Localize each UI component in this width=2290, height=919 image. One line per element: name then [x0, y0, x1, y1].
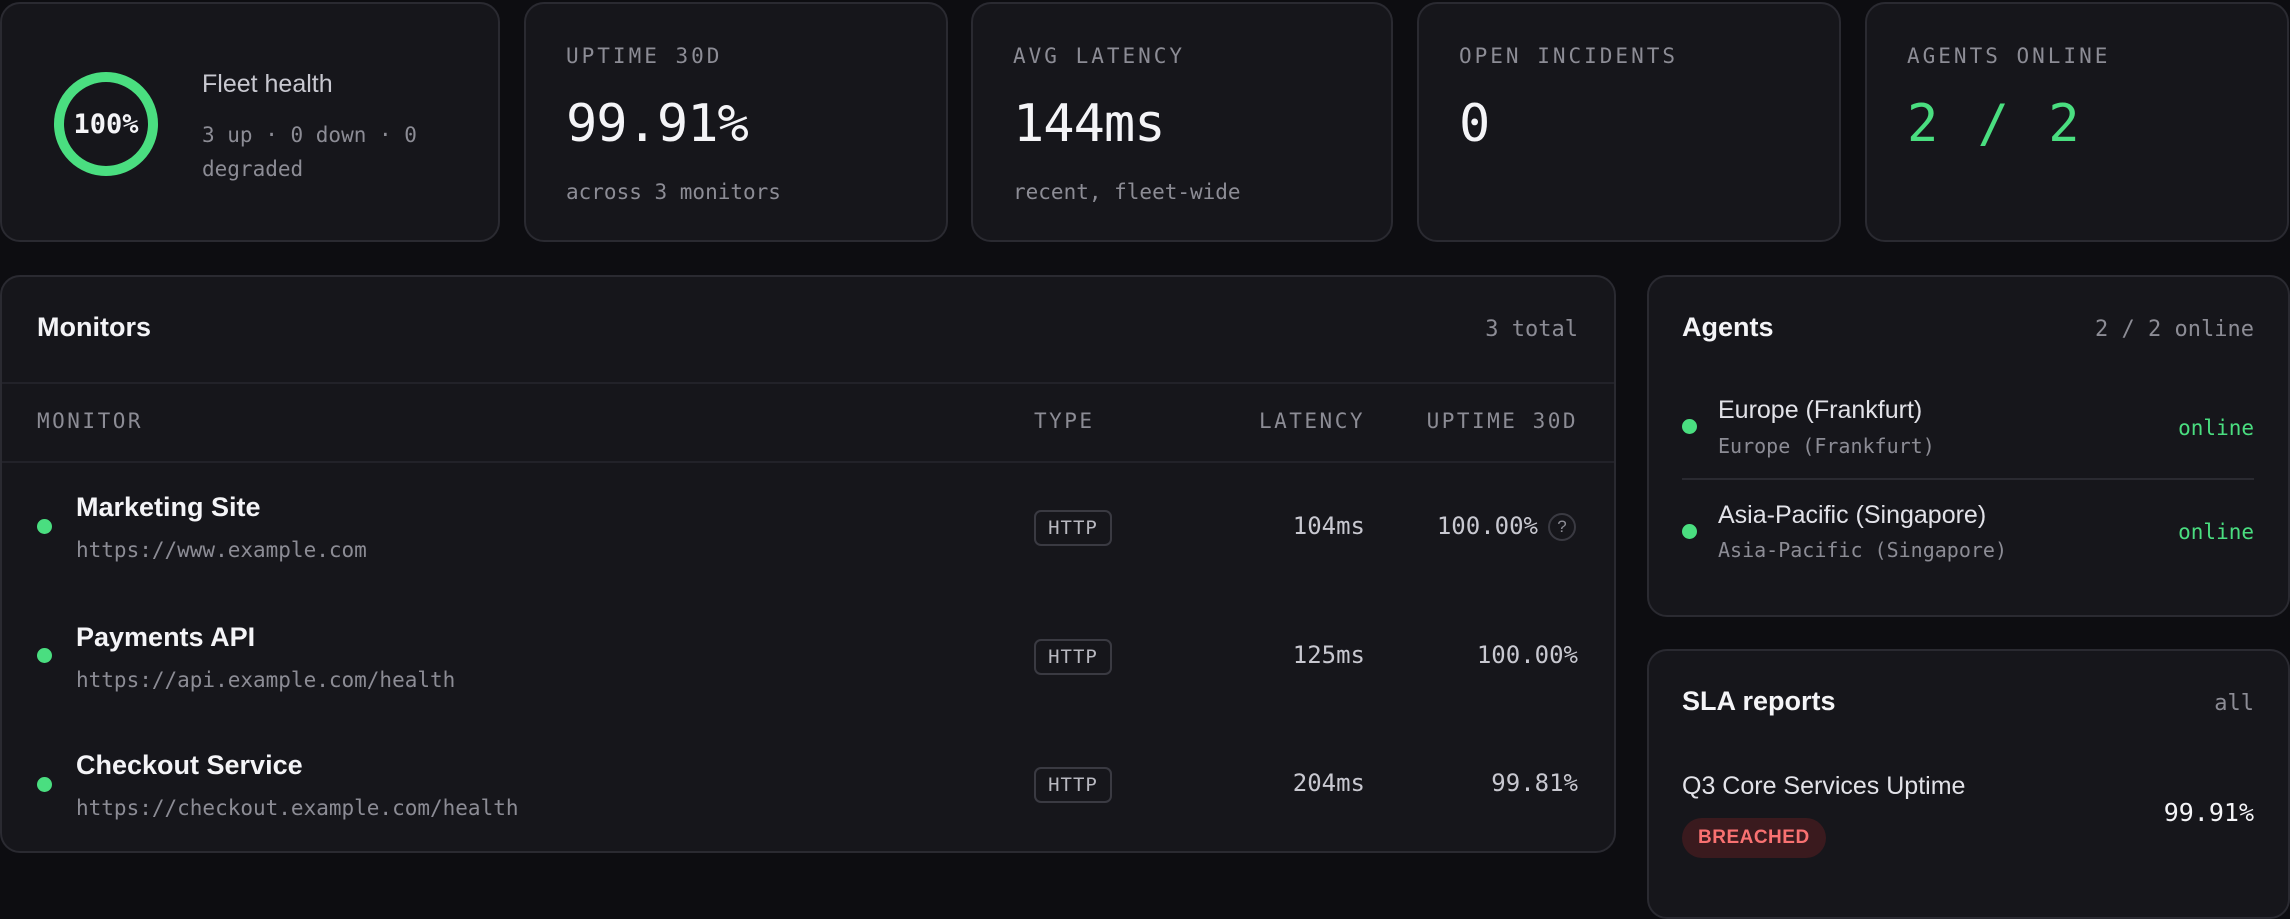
stat-label: AGENTS ONLINE	[1907, 44, 2111, 68]
status-up-dot	[37, 648, 52, 663]
monitor-latency: 204ms	[1292, 769, 1365, 797]
monitor-uptime: 100.00%	[1476, 641, 1578, 669]
stat-sub: across 3 monitors	[566, 180, 781, 204]
stat-value: 144ms	[1013, 94, 1166, 154]
agents-title: Agents	[1682, 312, 1774, 342]
agent-status: online	[2178, 416, 2254, 440]
monitor-latency: 104ms	[1292, 512, 1365, 540]
stat-label: OPEN INCIDENTS	[1459, 44, 1679, 68]
monitor-name[interactable]: Checkout Service	[76, 750, 303, 781]
monitor-type-badge: HTTP	[1034, 767, 1112, 803]
help-icon[interactable]: ?	[1548, 513, 1576, 541]
monitor-latency: 125ms	[1292, 641, 1365, 669]
agents-count: 2 / 2 online	[2095, 317, 2254, 342]
monitor-url: https://api.example.com/health	[76, 668, 456, 692]
stat-value: 99.91%	[566, 94, 749, 154]
agent-region: Europe (Frankfurt)	[1718, 434, 1935, 458]
fleet-health-card: 100% Fleet health 3 up · 0 down · 0 degr…	[0, 2, 500, 242]
monitors-header-divider	[2, 382, 1614, 384]
latency-stat-card: AVG LATENCY 144ms recent, fleet-wide	[971, 2, 1393, 242]
monitor-name[interactable]: Payments API	[76, 622, 255, 653]
uptime-stat-card: UPTIME 30D 99.91% across 3 monitors	[524, 2, 948, 242]
monitors-table-divider	[2, 461, 1614, 463]
monitor-url: https://checkout.example.com/health	[76, 796, 519, 820]
agent-name: Europe (Frankfurt)	[1718, 396, 1923, 424]
agents-divider	[1682, 478, 2254, 480]
sla-filter[interactable]: all	[2214, 691, 2254, 716]
stat-value: 0	[1459, 94, 1490, 154]
monitor-url: https://www.example.com	[76, 538, 367, 562]
fleet-health-percent: 100%	[73, 108, 139, 140]
stat-value: 2 / 2	[1907, 94, 2084, 154]
agent-status: online	[2178, 520, 2254, 544]
monitor-name[interactable]: Marketing Site	[76, 492, 261, 523]
stat-label: UPTIME 30D	[566, 44, 723, 68]
status-up-dot	[37, 519, 52, 534]
sla-report-name: Q3 Core Services Uptime	[1682, 772, 1966, 800]
agent-online-dot	[1682, 419, 1697, 434]
monitor-uptime: 100.00%	[1436, 512, 1538, 540]
agent-online-dot	[1682, 524, 1697, 539]
stat-label: AVG LATENCY	[1013, 44, 1186, 68]
monitor-type-badge: HTTP	[1034, 639, 1112, 675]
agents-stat-card: AGENTS ONLINE 2 / 2	[1865, 2, 2289, 242]
column-header-uptime[interactable]: UPTIME 30D	[1427, 409, 1578, 433]
monitor-type-badge: HTTP	[1034, 510, 1112, 546]
sla-report-value: 99.91%	[2163, 798, 2254, 827]
monitors-count: 3 total	[1485, 317, 1578, 342]
monitor-uptime: 99.81%	[1491, 769, 1578, 797]
column-header-monitor[interactable]: MONITOR	[37, 409, 143, 433]
fleet-health-title: Fleet health	[202, 70, 333, 98]
column-header-type[interactable]: TYPE	[1034, 409, 1095, 433]
sla-title: SLA reports	[1682, 686, 1836, 716]
incidents-stat-card: OPEN INCIDENTS 0	[1417, 2, 1841, 242]
stat-sub: recent, fleet-wide	[1013, 180, 1241, 204]
agent-region: Asia-Pacific (Singapore)	[1718, 538, 2007, 562]
monitors-title: Monitors	[37, 312, 151, 342]
fleet-health-summary: 3 up · 0 down · 0 degraded	[202, 123, 417, 181]
column-header-latency[interactable]: LATENCY	[1259, 409, 1365, 433]
status-up-dot	[37, 777, 52, 792]
sla-breached-badge: BREACHED	[1682, 818, 1826, 858]
agent-name: Asia-Pacific (Singapore)	[1718, 501, 1987, 529]
